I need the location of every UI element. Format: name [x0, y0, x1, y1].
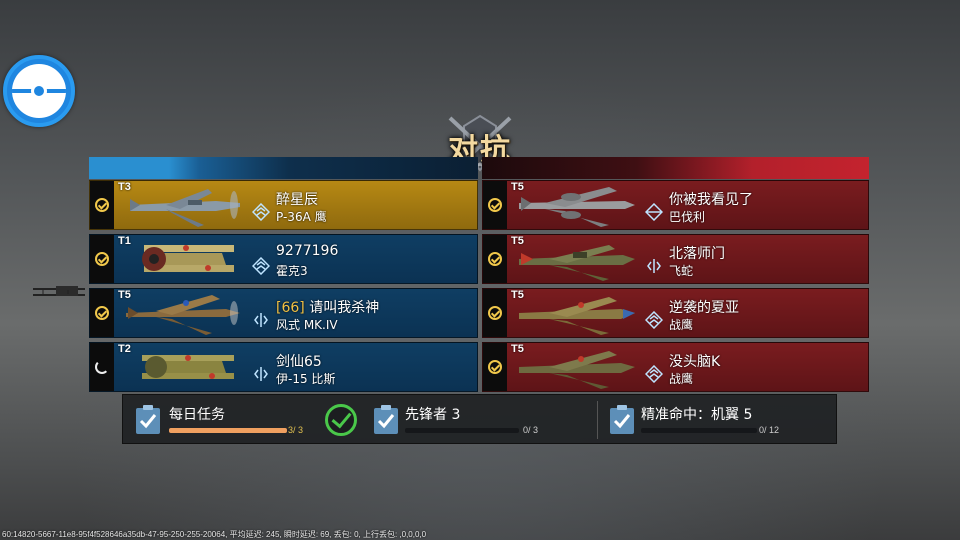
- aircraft-name: 飞蛇: [669, 264, 694, 278]
- ready-check-icon: [488, 306, 502, 320]
- red-player-row[interactable]: T5 没头脑K 战鹰: [482, 342, 869, 392]
- player-name: 剑仙65: [276, 354, 322, 370]
- diamond-rank-icon: [645, 203, 663, 221]
- blue-player-row[interactable]: T2 剑仙65 伊-15 比斯: [89, 342, 478, 392]
- status-cell: [483, 235, 507, 283]
- mission-progress-text: 3/ 3: [288, 425, 304, 435]
- mission-progress-bar: [405, 428, 519, 433]
- mission-progress-bar: [169, 428, 287, 433]
- status-cell: [483, 181, 507, 229]
- player-name: 逆袭的夏亚: [669, 300, 739, 316]
- clan-tag: [66]: [276, 300, 305, 316]
- red-player-row[interactable]: T5 你被我看见了 巴伐利: [482, 180, 869, 230]
- ready-check-icon: [95, 306, 109, 320]
- clipboard-check-icon: [136, 405, 160, 434]
- p36a-plane-image: [130, 189, 240, 227]
- aircraft-name: 风式 MK.IV: [276, 318, 338, 332]
- status-cell: [90, 289, 114, 337]
- blue-player-row[interactable]: T3 醉星辰 P-36A 鹰: [89, 180, 478, 230]
- player-name: 你被我看见了: [669, 192, 753, 208]
- mission-progress-text: 0/ 3: [523, 425, 539, 435]
- mission-progress-text: 0/ 12: [759, 425, 780, 435]
- status-cell: [483, 289, 507, 337]
- warhawk-plane-image: [519, 297, 635, 335]
- player-name: 北落师门: [669, 246, 725, 262]
- tier-badge: T5: [511, 343, 524, 355]
- chevron-rank-icon: [252, 257, 270, 275]
- tier-badge: T2: [118, 343, 131, 355]
- ready-check-icon: [95, 198, 109, 212]
- aircraft-name: 伊-15 比斯: [276, 372, 336, 386]
- ready-check-icon: [488, 252, 502, 266]
- wing-rank-icon: [254, 313, 268, 327]
- red-player-row[interactable]: T5 逆袭的夏亚 战鹰: [482, 288, 869, 338]
- ready-check-icon: [488, 198, 502, 212]
- bavaria-plane-image: [519, 187, 635, 227]
- status-cell: [90, 181, 114, 229]
- ready-check-icon: [488, 360, 502, 374]
- missions-panel: 每日任务 3/ 3 先锋者 3 0/ 3 精准命中：机翼 5 0/ 12: [122, 394, 837, 444]
- hawk3-plane-image: [142, 245, 234, 272]
- tier-badge: T5: [511, 235, 524, 247]
- pokeball-icon: [12, 64, 66, 118]
- mission-progress-bar: [641, 428, 757, 433]
- player-name: 没头脑K: [669, 354, 721, 370]
- blue-player-row[interactable]: T1 9277196 霍克3: [89, 234, 478, 284]
- red-team-header: [482, 157, 869, 179]
- wing-rank-icon: [647, 259, 661, 273]
- status-cell: [483, 343, 507, 391]
- player-name: 醉星辰: [276, 192, 318, 208]
- mission-progress-fill: [169, 428, 287, 433]
- airacobra-plane-image: [519, 245, 635, 281]
- player-name: 9277196: [276, 243, 339, 259]
- mission-complete-check-icon: [325, 404, 357, 436]
- wing-rank-icon: [254, 367, 268, 381]
- status-cell: [90, 235, 114, 283]
- chevron-rank-icon: [252, 203, 270, 221]
- aircraft-name: P-36A 鹰: [276, 210, 327, 224]
- tier-badge: T5: [118, 289, 131, 301]
- aircraft-name: 霍克3: [276, 264, 308, 278]
- status-cell: [90, 343, 114, 391]
- aircraft-name: 战鹰: [669, 372, 694, 386]
- tier-badge: T3: [118, 181, 131, 193]
- mission-title: 每日任务: [169, 407, 225, 423]
- network-debug-text: 60:14820-5667-11e8-95f4f528646a35db-47-9…: [2, 530, 427, 539]
- ready-check-icon: [95, 252, 109, 266]
- chevron-rank-icon: [645, 311, 663, 329]
- mission-title: 先锋者 3: [405, 407, 461, 423]
- profile-button[interactable]: [3, 55, 75, 127]
- blue-team-header: [89, 157, 478, 179]
- tier-badge: T5: [511, 181, 524, 193]
- clipboard-check-icon: [374, 405, 398, 434]
- clipboard-check-icon: [610, 405, 634, 434]
- loading-spinner-icon: [95, 360, 109, 374]
- i15bis-plane-image: [142, 355, 234, 379]
- aircraft-name: 战鹰: [669, 318, 694, 332]
- red-player-row[interactable]: T5 北落师门 飞蛇: [482, 234, 869, 284]
- chevron-rank-icon: [645, 365, 663, 383]
- mission-divider: [597, 401, 598, 439]
- warhawk-plane-image: [519, 351, 635, 389]
- player-name-text: 请叫我杀神: [309, 300, 380, 316]
- player-name: [66] 请叫我杀神: [276, 297, 379, 317]
- background-biplane: [33, 286, 85, 296]
- whirlwind-plane-image: [126, 295, 240, 335]
- blue-player-row[interactable]: T5 [66] 请叫我杀神 风式 MK.IV: [89, 288, 478, 338]
- mission-title: 精准命中：机翼 5: [641, 407, 753, 423]
- tier-badge: T5: [511, 289, 524, 301]
- aircraft-name: 巴伐利: [669, 210, 706, 224]
- tier-badge: T1: [118, 235, 131, 247]
